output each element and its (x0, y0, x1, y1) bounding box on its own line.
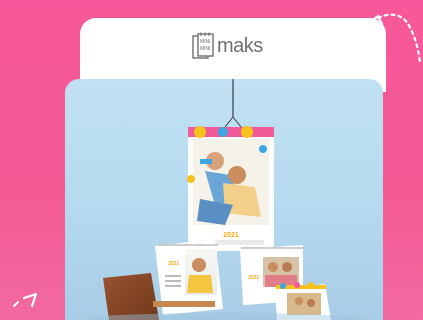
dotted-arrow-doodle (13, 292, 38, 308)
logo-mark-line-2: MINI (200, 46, 211, 52)
product-illustration: 2021 2021 2021 (85, 79, 365, 320)
app-promo-screen: MINI MINI maks 2021 2021 2021 (0, 0, 423, 320)
desk-calendar-left-year: 2021 (168, 261, 179, 267)
desk-calendar-right-year: 2021 (248, 275, 259, 281)
brand-name: maks (217, 35, 263, 57)
wall-calendar: 2021 (187, 126, 274, 247)
product-photo-panel: 2021 2021 2021 (65, 79, 383, 320)
wall-calendar-year: 2021 (223, 232, 239, 239)
brand-logo[interactable]: MINI MINI maks (192, 31, 263, 61)
calendar-logo-icon: MINI MINI (192, 32, 214, 59)
logo-mark-line-1: MINI (200, 39, 211, 45)
